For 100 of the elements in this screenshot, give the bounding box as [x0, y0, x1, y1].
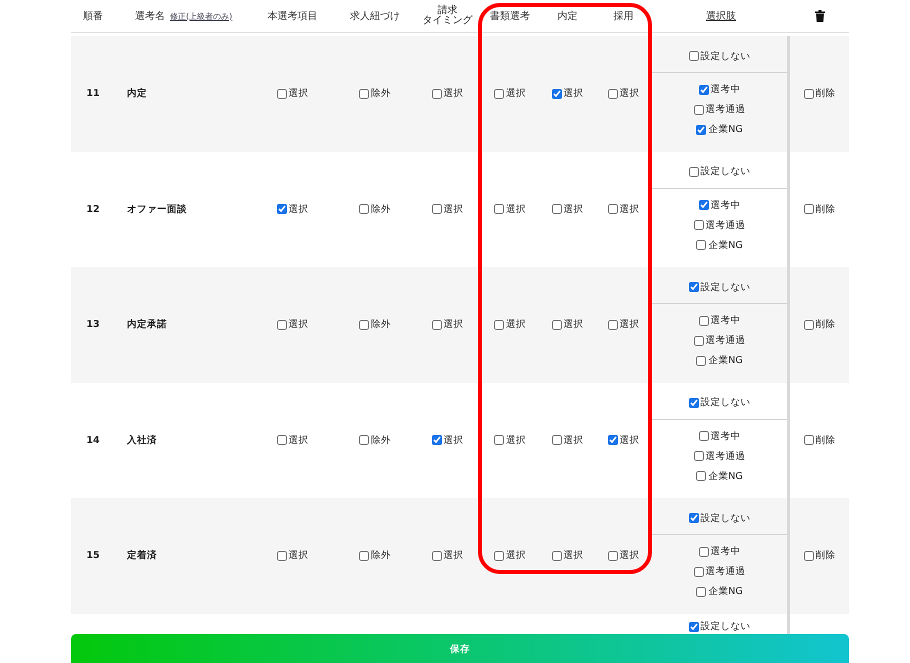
hire-checkbox[interactable]: [608, 550, 618, 561]
main-stage-checkbox[interactable]: [276, 320, 286, 330]
checkbox-label: 除外: [371, 318, 391, 332]
hire-checkbox[interactable]: [608, 88, 618, 99]
option-checkbox[interactable]: [694, 566, 704, 576]
option-checkbox[interactable]: [698, 316, 708, 326]
option-checkbox[interactable]: [688, 51, 698, 61]
checkbox-label: 削除: [816, 318, 836, 332]
option-checkbox[interactable]: [698, 431, 708, 441]
checkbox-label: 選択: [288, 318, 308, 332]
checkbox-label: 選考中: [710, 83, 740, 96]
checkbox-label: 選択: [564, 87, 584, 100]
hire-checkbox[interactable]: [608, 204, 618, 214]
checkbox-label: 選考中: [710, 430, 740, 442]
stage-name: 入社済: [126, 434, 158, 447]
option-checkbox[interactable]: [696, 240, 706, 250]
document-checkbox[interactable]: [494, 550, 504, 561]
option-checkbox[interactable]: [688, 282, 698, 292]
checkbox-label: 選択: [620, 434, 640, 447]
job-link-checkbox[interactable]: [359, 550, 369, 561]
option-checkbox[interactable]: [696, 124, 706, 134]
billing-checkbox[interactable]: [432, 204, 442, 214]
checkbox-label: 設定しない: [700, 50, 750, 62]
checkbox-label: 選考通過: [706, 450, 746, 462]
checkbox-label: 設定しない: [700, 512, 750, 524]
checkbox-label: 選択: [564, 434, 584, 447]
option-checkbox[interactable]: [698, 84, 708, 94]
job-link-checkbox[interactable]: [359, 204, 369, 214]
checkbox-label: 選択: [506, 549, 526, 562]
checkbox-label: 企業NG: [708, 585, 743, 598]
checkbox-label: 除外: [371, 202, 391, 216]
checkbox-label: 選考中: [710, 314, 740, 327]
checkbox-label: 選択: [288, 549, 308, 562]
checkbox-label: 選考中: [710, 198, 740, 212]
delete-checkbox[interactable]: [804, 204, 814, 214]
checkbox-label: 選考通過: [706, 103, 746, 116]
option-checkbox[interactable]: [688, 166, 698, 176]
column-header: タイミング: [422, 16, 474, 26]
delete-checkbox[interactable]: [804, 88, 814, 99]
checkbox-label: 選択: [564, 202, 584, 216]
order-number: 13: [85, 319, 101, 330]
order-number: 11: [85, 88, 101, 100]
offer-checkbox[interactable]: [552, 435, 562, 446]
main-stage-checkbox[interactable]: [276, 435, 286, 446]
main-stage-checkbox[interactable]: [276, 88, 286, 99]
billing-checkbox[interactable]: [432, 320, 442, 330]
option-checkbox[interactable]: [694, 451, 704, 461]
job-link-checkbox[interactable]: [359, 320, 369, 330]
checkbox-label: 選択: [506, 202, 526, 216]
option-checkbox[interactable]: [688, 398, 698, 408]
option-checkbox[interactable]: [696, 471, 706, 481]
option-checkbox[interactable]: [696, 356, 706, 366]
offer-checkbox[interactable]: [552, 550, 562, 561]
checkbox-label: 選択: [444, 549, 464, 562]
column-header: 請求: [436, 6, 458, 16]
checkbox-label: 選択: [620, 87, 640, 100]
delete-checkbox[interactable]: [804, 435, 814, 446]
option-checkbox[interactable]: [696, 586, 706, 596]
checkbox-label: 選択: [444, 434, 464, 447]
option-checkbox[interactable]: [688, 622, 698, 632]
option-checkbox[interactable]: [698, 200, 708, 210]
choices-link[interactable]: 選択肢: [706, 11, 736, 22]
option-checkbox[interactable]: [698, 546, 708, 556]
order-number: 12: [85, 204, 101, 215]
offer-checkbox[interactable]: [552, 320, 562, 330]
job-link-checkbox[interactable]: [359, 435, 369, 446]
checkbox-label: 企業NG: [708, 354, 743, 367]
checkbox-label: 選択: [444, 87, 464, 100]
order-number: 15: [85, 550, 101, 562]
document-checkbox[interactable]: [494, 435, 504, 446]
document-checkbox[interactable]: [494, 320, 504, 330]
checkbox-label: 選択: [506, 318, 526, 332]
checkbox-label: 設定しない: [700, 620, 750, 633]
column-header: 内定: [556, 10, 578, 23]
delete-checkbox[interactable]: [804, 550, 814, 561]
checkbox-label: 選択: [506, 87, 526, 100]
offer-checkbox[interactable]: [552, 88, 562, 99]
edit-link[interactable]: 修正(上級者のみ): [170, 10, 232, 22]
checkbox-label: 選考通過: [706, 565, 746, 578]
hire-checkbox[interactable]: [608, 435, 618, 446]
main-stage-checkbox[interactable]: [276, 204, 286, 214]
document-checkbox[interactable]: [494, 204, 504, 214]
document-checkbox[interactable]: [494, 88, 504, 99]
hire-checkbox[interactable]: [608, 320, 618, 330]
delete-checkbox[interactable]: [804, 320, 814, 330]
offer-checkbox[interactable]: [552, 204, 562, 214]
job-link-checkbox[interactable]: [359, 88, 369, 99]
stage-name: オファー面談: [126, 202, 188, 216]
checkbox-label: 選択: [288, 87, 308, 100]
option-checkbox[interactable]: [694, 336, 704, 346]
option-checkbox[interactable]: [688, 513, 698, 523]
checkbox-label: 選考通過: [706, 334, 746, 347]
billing-checkbox[interactable]: [432, 88, 442, 99]
option-checkbox[interactable]: [694, 104, 704, 114]
billing-checkbox[interactable]: [432, 550, 442, 561]
trash-icon[interactable]: [814, 10, 824, 22]
checkbox-label: 選択: [288, 202, 308, 216]
billing-checkbox[interactable]: [432, 435, 442, 446]
main-stage-checkbox[interactable]: [276, 550, 286, 561]
option-checkbox[interactable]: [694, 220, 704, 230]
